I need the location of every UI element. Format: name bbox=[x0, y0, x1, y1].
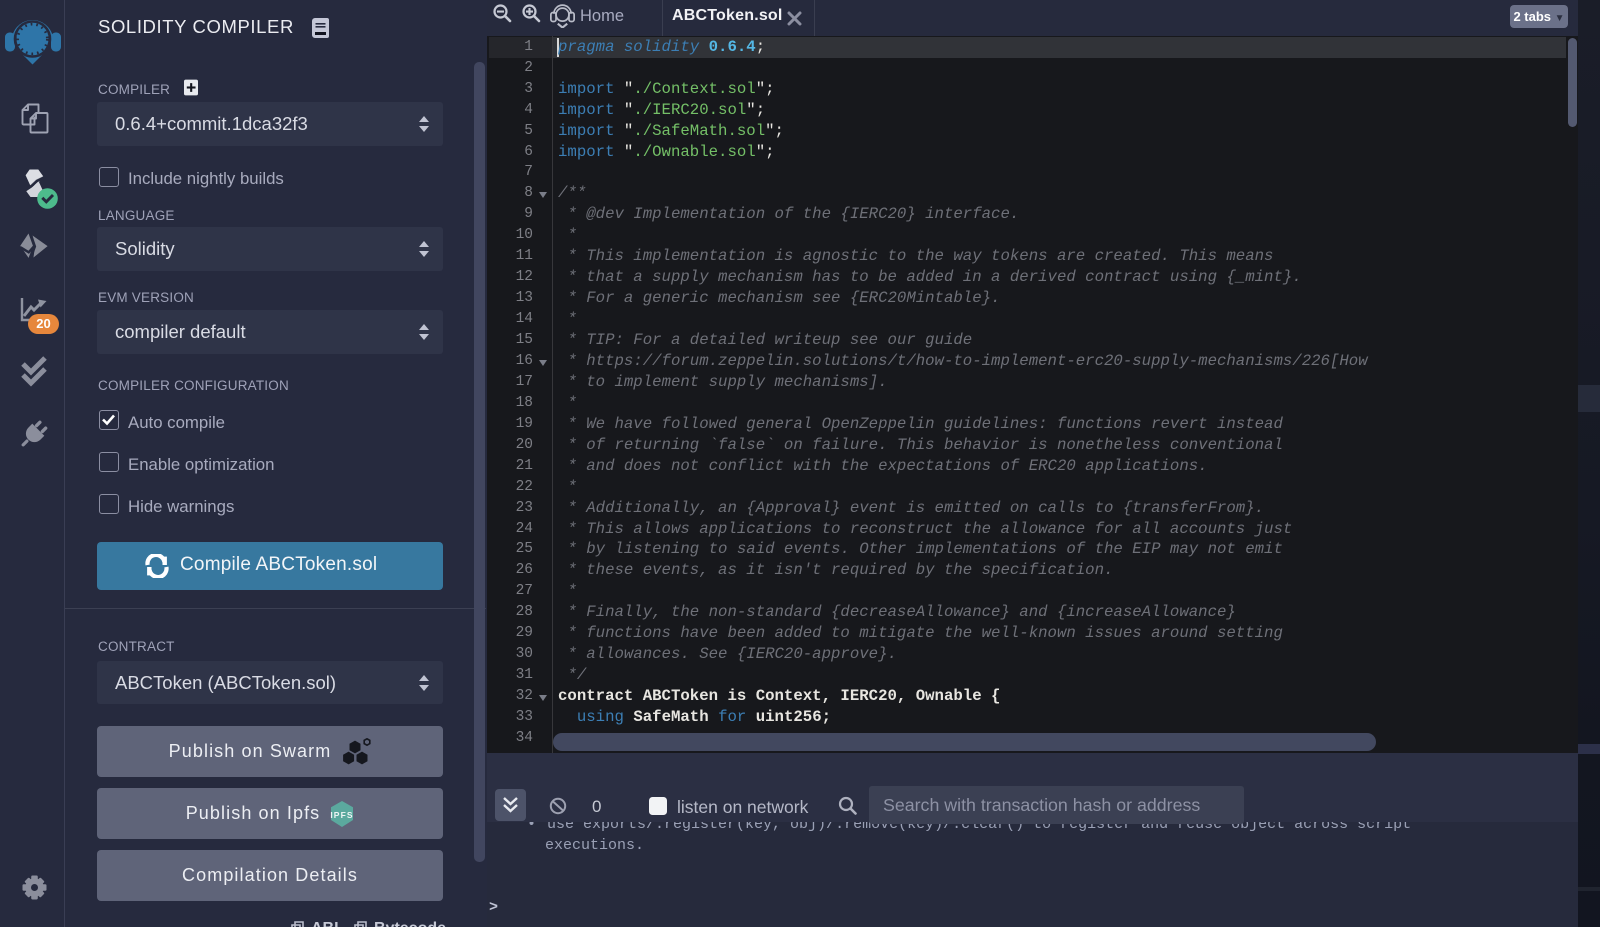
svg-text:IPFS: IPFS bbox=[331, 810, 354, 820]
